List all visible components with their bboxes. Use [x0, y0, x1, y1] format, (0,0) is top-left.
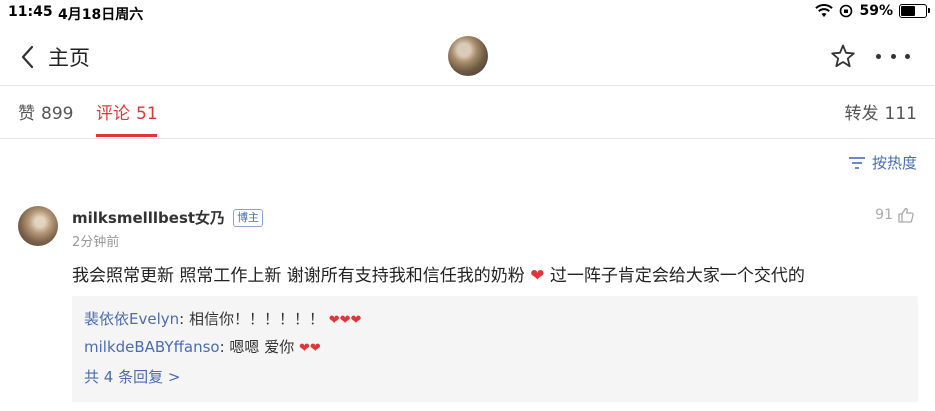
tab-reposts[interactable]: 转发 111 — [845, 99, 917, 124]
comment-avatar[interactable] — [18, 206, 58, 246]
battery-fill — [901, 6, 915, 16]
status-right: 59% — [815, 3, 930, 19]
comment-username-row: milksmelllbest女乃 博主 — [72, 207, 264, 228]
tab-likes[interactable]: 赞 899 — [18, 99, 73, 124]
avatar[interactable] — [448, 36, 488, 76]
comment-like-button[interactable]: 91 — [875, 206, 915, 224]
replies-box[interactable]: 裴依依Evelyn: 相信你！！！！！！ ❤❤❤ milkdeBABYffans… — [72, 296, 918, 402]
reply-text: 相信你！！！！！！ — [188, 310, 324, 328]
tab-comments[interactable]: 评论 51 — [96, 99, 158, 124]
reply-item[interactable]: 裴依依Evelyn: 相信你！！！！！！ ❤❤❤ — [84, 310, 906, 330]
tab-likes-count: 899 — [41, 104, 74, 124]
tab-reposts-label: 转发 — [844, 104, 879, 124]
reply-user[interactable]: 裴依依Evelyn — [84, 310, 179, 328]
wifi-icon — [815, 4, 834, 17]
battery-percent: 59% — [859, 3, 893, 19]
tab-comments-label: 评论 — [96, 104, 130, 124]
tab-reposts-count: 111 — [884, 104, 917, 124]
reply-user[interactable]: milkdeBABYffanso — [84, 338, 220, 356]
back-label: 主页 — [48, 46, 90, 70]
comment-text-part1: 我会照常更新 照常工作上新 谢谢所有支持我和信任我的奶粉 — [72, 266, 525, 286]
active-tab-indicator — [96, 134, 157, 137]
comment-text: 我会照常更新 照常工作上新 谢谢所有支持我和信任我的奶粉 ❤ 过一阵子肯定会给大… — [72, 261, 805, 286]
tab-bar: 赞 899 评论 51 转发 111 — [0, 87, 935, 139]
comment-time: 2分钟前 — [72, 235, 120, 250]
comment-text-part2: 过一阵子肯定会给大家一个交代的 — [544, 266, 805, 286]
orientation-lock-icon — [840, 4, 853, 18]
heart-emoji: ❤ — [530, 266, 545, 286]
comment-username[interactable]: milksmelllbest女乃 — [72, 207, 225, 228]
comment-like-count: 91 — [875, 207, 893, 223]
thumbs-up-icon — [898, 207, 914, 223]
back-button[interactable]: 主页 — [20, 42, 90, 72]
reply-emoji: ❤❤ — [298, 341, 321, 356]
chevron-left-icon — [21, 45, 34, 69]
nav-bar: 主页 — [0, 26, 935, 86]
sort-label: 按热度 — [871, 154, 917, 172]
sort-icon — [848, 156, 865, 169]
tab-comments-count: 51 — [136, 104, 158, 124]
sort-button[interactable]: 按热度 — [848, 152, 917, 173]
reply-item[interactable]: milkdeBABYffanso: 嗯嗯 爱你 ❤❤ — [84, 338, 906, 358]
reply-text: 嗯嗯 爱你 — [229, 338, 295, 356]
tab-likes-label: 赞 — [18, 104, 35, 124]
battery-icon — [899, 4, 930, 18]
dot-icon — [876, 53, 881, 59]
dot-icon — [890, 53, 896, 59]
star-icon[interactable] — [830, 43, 856, 69]
more-options-button[interactable] — [876, 44, 910, 68]
dot-icon — [905, 53, 910, 59]
reply-emoji: ❤❤❤ — [328, 313, 362, 328]
status-time: 11:45 — [8, 4, 53, 20]
status-date: 4月18日周六 — [58, 7, 144, 23]
view-all-replies-link[interactable]: 共 4 条回复 > — [84, 366, 906, 387]
status-bar: 11:45 4月18日周六 59% — [0, 0, 935, 26]
author-badge: 博主 — [233, 208, 264, 227]
